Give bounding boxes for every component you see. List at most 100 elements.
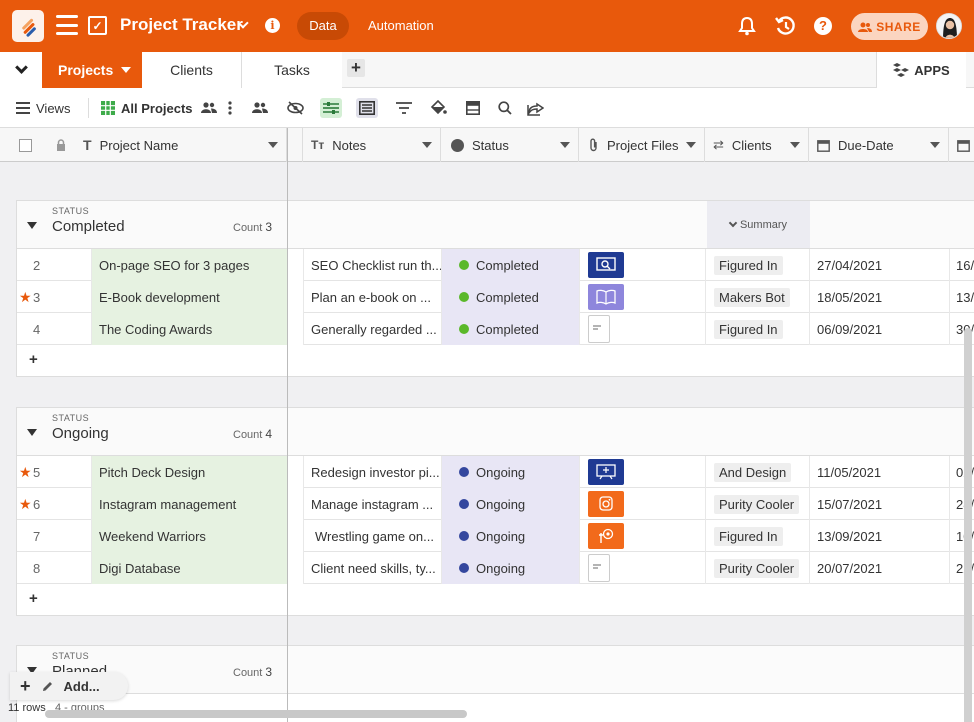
clients-cell[interactable]: Purity Cooler xyxy=(706,552,810,584)
chevron-down-icon[interactable] xyxy=(686,142,696,148)
column-header-due-date[interactable]: Due-Date xyxy=(809,128,949,162)
history-icon[interactable] xyxy=(774,15,796,40)
status-cell[interactable]: Completed xyxy=(442,281,580,313)
status-cell[interactable]: Ongoing xyxy=(442,552,580,584)
project-name-cell[interactable]: Weekend Warriors xyxy=(92,520,288,552)
next-date-cell[interactable]: 16/ xyxy=(950,249,974,281)
column-header-project-files[interactable]: Project Files xyxy=(579,128,705,162)
client-chip[interactable]: And Design xyxy=(714,462,792,482)
info-icon[interactable]: i xyxy=(265,18,280,33)
files-cell[interactable] xyxy=(580,456,706,488)
due-date-cell[interactable]: 27/04/2021 xyxy=(810,249,950,281)
status-cell[interactable]: Ongoing xyxy=(442,520,580,552)
column-header-next[interactable] xyxy=(949,128,974,162)
add-table-button[interactable]: + xyxy=(347,59,365,77)
files-cell[interactable] xyxy=(580,552,706,584)
chevron-down-icon[interactable] xyxy=(560,142,570,148)
status-cell[interactable]: Completed xyxy=(442,313,580,345)
table-row[interactable]: ★ 6 Instagram management Manage instagram… xyxy=(17,488,974,520)
client-chip[interactable]: Figured In xyxy=(714,255,783,275)
hide-fields-icon[interactable] xyxy=(287,98,304,118)
chevron-down-icon[interactable] xyxy=(422,142,432,148)
column-header-status[interactable]: Status xyxy=(441,128,579,162)
client-chip[interactable]: Figured In xyxy=(714,526,783,546)
menu-icon[interactable] xyxy=(56,15,78,35)
client-chip[interactable]: Purity Cooler xyxy=(714,558,800,578)
clients-cell[interactable]: Figured In xyxy=(706,249,810,281)
project-name-cell[interactable]: Pitch Deck Design xyxy=(92,456,288,488)
client-chip[interactable]: Figured In xyxy=(714,319,783,339)
avatar[interactable] xyxy=(936,13,962,39)
table-row[interactable]: 4 The Coding Awards Generally regarded .… xyxy=(17,313,974,345)
column-header-clients[interactable]: ⇄ Clients xyxy=(705,128,809,162)
weekend-warriors-thumbnail-icon[interactable] xyxy=(588,523,624,549)
select-all-checkbox[interactable] xyxy=(19,138,32,152)
next-date-cell[interactable]: 13/ xyxy=(950,281,974,313)
table-row[interactable]: 8 Digi Database Client need skills, ty..… xyxy=(17,552,974,584)
files-cell[interactable] xyxy=(580,520,706,552)
document-thumbnail-icon[interactable] xyxy=(588,554,610,582)
table-row[interactable]: ★ 3 E-Book development Plan an e-book on … xyxy=(17,281,974,313)
bell-icon[interactable] xyxy=(738,16,756,39)
status-cell[interactable]: Ongoing xyxy=(442,488,580,520)
table-row[interactable]: 2 On-page SEO for 3 pages SEO Checklist … xyxy=(17,249,974,281)
add-row-button[interactable]: + xyxy=(17,584,974,615)
tab-data[interactable]: Data xyxy=(297,12,349,40)
chevron-down-icon[interactable] xyxy=(268,142,278,148)
notes-cell[interactable]: SEO Checklist run th... xyxy=(304,249,442,281)
client-chip[interactable]: Purity Cooler xyxy=(714,494,800,514)
share-view-icon[interactable] xyxy=(251,98,269,118)
status-cell[interactable]: Completed xyxy=(442,249,580,281)
due-date-cell[interactable]: 13/09/2021 xyxy=(810,520,950,552)
collapse-icon[interactable] xyxy=(27,222,37,229)
ebook-file-thumbnail-icon[interactable] xyxy=(588,284,624,310)
tab-projects[interactable]: Projects xyxy=(42,52,142,88)
views-button[interactable]: Views xyxy=(16,98,70,118)
row-height-icon[interactable] xyxy=(320,98,342,118)
clients-cell[interactable]: Figured In xyxy=(706,313,810,345)
document-thumbnail-icon[interactable] xyxy=(588,315,610,343)
summary-bar-icon[interactable] xyxy=(356,98,378,118)
chevron-down-icon[interactable] xyxy=(790,142,800,148)
files-cell[interactable] xyxy=(580,249,706,281)
add-record-button[interactable]: + Add... xyxy=(10,672,128,700)
tab-automation[interactable]: Automation xyxy=(368,18,434,33)
due-date-cell[interactable]: 18/05/2021 xyxy=(810,281,950,313)
caret-down-icon[interactable] xyxy=(121,67,132,73)
clients-cell[interactable]: Makers Bot xyxy=(706,281,810,313)
row-density-icon[interactable] xyxy=(466,98,480,118)
more-options-icon[interactable] xyxy=(228,98,232,118)
project-name-cell[interactable]: On-page SEO for 3 pages xyxy=(92,249,288,281)
due-date-cell[interactable]: 11/05/2021 xyxy=(810,456,950,488)
clients-cell[interactable]: Purity Cooler xyxy=(706,488,810,520)
vertical-scrollbar[interactable] xyxy=(964,328,972,722)
apps-button[interactable]: APPS xyxy=(876,52,966,88)
notes-cell[interactable]: Manage instagram ... xyxy=(304,488,442,520)
client-chip[interactable]: Makers Bot xyxy=(714,287,790,307)
app-logo[interactable] xyxy=(12,10,44,42)
notes-cell[interactable]: Redesign investor pi... xyxy=(304,456,442,488)
export-icon[interactable] xyxy=(527,98,544,118)
frozen-column-divider[interactable] xyxy=(287,128,288,722)
due-date-cell[interactable]: 15/07/2021 xyxy=(810,488,950,520)
horizontal-scrollbar[interactable] xyxy=(45,710,467,718)
project-name-cell[interactable]: The Coding Awards xyxy=(92,313,288,345)
notes-cell[interactable]: Client need skills, ty... xyxy=(304,552,442,584)
summary-button[interactable]: Summary xyxy=(707,201,810,248)
clients-cell[interactable]: And Design xyxy=(706,456,810,488)
add-row-button[interactable]: + xyxy=(17,345,974,376)
app-title[interactable]: Project Tracker xyxy=(120,15,243,35)
share-button[interactable]: SHARE xyxy=(851,13,928,40)
chevron-down-icon[interactable] xyxy=(930,142,940,148)
collapse-icon[interactable] xyxy=(27,429,37,436)
column-header-project-name[interactable]: T Project Name xyxy=(75,128,287,162)
project-name-cell[interactable]: Instagram management xyxy=(92,488,288,520)
paint-bucket-icon[interactable] xyxy=(430,98,447,118)
table-row[interactable]: 7 Weekend Warriors Wrestling game on... … xyxy=(17,520,974,552)
project-name-cell[interactable]: Digi Database xyxy=(92,552,288,584)
tables-dropdown-icon[interactable] xyxy=(0,52,42,88)
clients-cell[interactable]: Figured In xyxy=(706,520,810,552)
filter-icon[interactable] xyxy=(396,98,412,118)
status-cell[interactable]: Ongoing xyxy=(442,456,580,488)
due-date-cell[interactable]: 06/09/2021 xyxy=(810,313,950,345)
